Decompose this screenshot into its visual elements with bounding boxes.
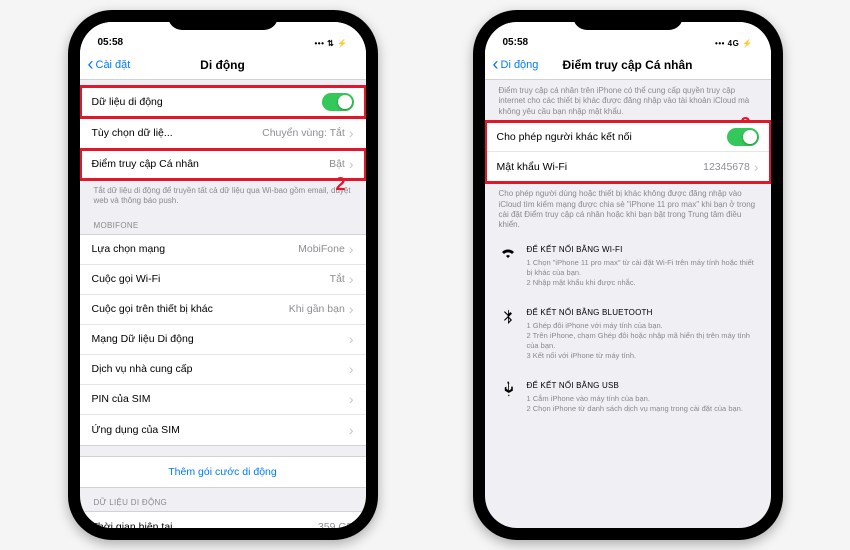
sim-apps-row[interactable]: Ứng dụng của SIM [80, 415, 366, 445]
usb-icon [499, 381, 517, 414]
calls-other-devices-value: Khi gần bạn [289, 301, 354, 317]
annotation-2: 2 [335, 174, 345, 195]
chevron-icon [349, 391, 354, 407]
wifi-password-row[interactable]: Mật khẩu Wi-Fi 12345678 [485, 152, 771, 182]
cellular-note: Tắt dữ liệu di động để truyền tất cả dữ … [80, 180, 366, 211]
hotspot-settings-group: Cho phép người khác kết nối Mật khẩu Wi-… [485, 121, 771, 183]
add-plan-row[interactable]: Thêm gói cước di động [80, 457, 366, 487]
notch [168, 10, 278, 30]
back-button[interactable]: Cài đặt [80, 59, 131, 71]
hotspot-label: Điểm truy cập Cá nhân [92, 158, 199, 170]
cellular-data-label: Dữ liệu di động [92, 96, 163, 108]
notch [573, 10, 683, 30]
sim-apps-label: Ứng dụng của SIM [92, 424, 180, 436]
back-button[interactable]: Di động [485, 59, 539, 71]
page-title: Điểm truy cập Cá nhân [562, 58, 692, 72]
phone-right: 05:58 ••• 4G ⚡ Di động Điểm truy cập Cá … [473, 10, 783, 540]
connect-bluetooth-block: ĐỂ KẾT NỐI BẰNG BLUETOOTH 1 Ghép đôi iPh… [485, 298, 771, 371]
data-options-label: Tùy chọn dữ liệ... [92, 127, 173, 139]
wifi-password-label: Mật khẩu Wi-Fi [497, 161, 568, 173]
add-plan-label: Thêm gói cước di động [168, 466, 276, 478]
chevron-icon [349, 361, 354, 377]
allow-others-row[interactable]: Cho phép người khác kết nối [485, 122, 771, 152]
cellular-data-row[interactable]: Dữ liệu di động [80, 87, 366, 117]
data-options-row[interactable]: Tùy chọn dữ liệ... Chuyển vùng: Tắt [80, 118, 366, 148]
carrier-services-row[interactable]: Dịch vụ nhà cung cấp [80, 355, 366, 385]
connect-bt-step: 2 Trên iPhone, chạm Ghép đôi hoặc nhập m… [527, 331, 757, 351]
status-indicators: ••• 4G ⚡ [715, 39, 752, 48]
sim-pin-row[interactable]: PIN của SIM [80, 385, 366, 415]
status-indicators: ••• ⇅ ⚡ [314, 39, 347, 48]
current-period-value: 359 GB [318, 521, 354, 528]
connect-bt-step: 3 Kết nối với iPhone từ máy tính. [527, 351, 757, 361]
hotspot-note: Cho phép người dùng hoặc thiết bị khác k… [485, 183, 771, 235]
current-period-row[interactable]: Thời gian hiện tại 359 GB [80, 512, 366, 528]
connect-wifi-step: 2 Nhập mật khẩu khi được nhắc. [527, 278, 757, 288]
connect-bt-title: ĐỂ KẾT NỐI BẰNG BLUETOOTH [527, 308, 757, 319]
connect-usb-title: ĐỂ KẾT NỐI BẰNG USB [527, 381, 743, 392]
connect-bt-step: 1 Ghép đôi iPhone với máy tính của bạn. [527, 321, 757, 331]
usage-section-header: DỮ LIỆU DI ĐỘNG [80, 488, 366, 511]
chevron-icon [349, 422, 354, 438]
page-title: Di động [200, 58, 245, 72]
connect-usb-block: ĐỂ KẾT NỐI BẰNG USB 1 Cắm iPhone vào máy… [485, 371, 771, 424]
cellular-network-label: Mạng Dữ liệu Di động [92, 333, 194, 345]
connect-wifi-step: 1 Chọn "iPhone 11 pro max" từ cài đặt Wi… [527, 258, 757, 278]
carrier-section-header: MOBIFONE [80, 211, 366, 234]
screen-right: 05:58 ••• 4G ⚡ Di động Điểm truy cập Cá … [485, 22, 771, 528]
connect-usb-step: 1 Cắm iPhone vào máy tính của bạn. [527, 394, 743, 404]
status-time: 05:58 [98, 37, 124, 48]
hotspot-row[interactable]: Điểm truy cập Cá nhân Bật [80, 149, 366, 179]
connect-wifi-title: ĐỂ KẾT NỐI BẰNG WI-FI [527, 245, 757, 256]
network-selection-value: MobiFone [298, 241, 353, 257]
cellular-network-row[interactable]: Mạng Dữ liệu Di động [80, 325, 366, 355]
bluetooth-icon [499, 308, 517, 361]
phone-left: 05:58 ••• ⇅ ⚡ Cài đặt Di động 1 Dữ liệu … [68, 10, 378, 540]
wifi-password-value: 12345678 [703, 159, 758, 175]
screen-left: 05:58 ••• ⇅ ⚡ Cài đặt Di động 1 Dữ liệu … [80, 22, 366, 528]
cellular-data-group: Dữ liệu di động [80, 86, 366, 118]
wifi-calling-row[interactable]: Cuộc gọi Wi-Fi Tắt [80, 265, 366, 295]
nav-bar: Cài đặt Di động [80, 50, 366, 80]
hotspot-intro: Điểm truy cập cá nhân trên iPhone có thể… [485, 80, 771, 121]
data-options-value: Chuyển vùng: Tắt [262, 125, 353, 141]
calls-other-devices-label: Cuộc gọi trên thiết bị khác [92, 303, 213, 315]
wifi-calling-label: Cuộc gọi Wi-Fi [92, 273, 161, 285]
calls-other-devices-row[interactable]: Cuộc gọi trên thiết bị khác Khi gần bạn [80, 295, 366, 325]
network-selection-label: Lựa chọn mạng [92, 243, 166, 255]
cellular-data-toggle[interactable] [322, 93, 354, 111]
network-selection-row[interactable]: Lựa chọn mạng MobiFone [80, 235, 366, 265]
sim-pin-label: PIN của SIM [92, 393, 151, 405]
wifi-icon [499, 245, 517, 288]
allow-others-label: Cho phép người khác kết nối [497, 131, 632, 143]
hotspot-value: Bật [329, 156, 353, 172]
connect-usb-step: 2 Chọn iPhone từ danh sách dịch vụ mạng … [527, 404, 743, 414]
status-time: 05:58 [503, 37, 529, 48]
allow-others-toggle[interactable] [727, 128, 759, 146]
connect-wifi-block: ĐỂ KẾT NỐI BẰNG WI-FI 1 Chọn "iPhone 11 … [485, 235, 771, 298]
chevron-icon [349, 331, 354, 347]
carrier-services-label: Dịch vụ nhà cung cấp [92, 363, 193, 375]
wifi-calling-value: Tắt [330, 271, 354, 287]
hotspot-group: Điểm truy cập Cá nhân Bật [80, 149, 366, 180]
current-period-label: Thời gian hiện tại [92, 521, 173, 528]
nav-bar: Di động Điểm truy cập Cá nhân [485, 50, 771, 80]
